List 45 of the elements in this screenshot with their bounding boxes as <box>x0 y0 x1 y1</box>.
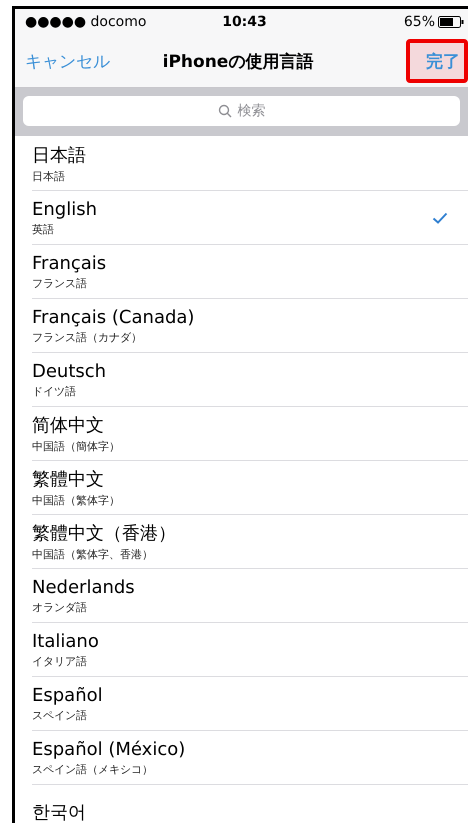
language-subtitle: フランス語 <box>32 276 88 290</box>
language-row[interactable]: Español スペイン語 <box>32 677 468 731</box>
language-subtitle: オランダ語 <box>32 600 88 614</box>
language-row[interactable]: English 英語 <box>32 191 468 245</box>
language-name: 繁體中文（香港） <box>32 522 176 545</box>
language-row[interactable]: 简体中文 中国語（簡体字） <box>32 407 468 461</box>
language-row[interactable]: 한국어 <box>32 785 468 823</box>
language-row[interactable]: Français フランス語 <box>32 245 468 299</box>
language-name: Français (Canada) <box>32 306 194 328</box>
language-name: Deutsch <box>32 360 106 382</box>
language-name: Français <box>32 252 106 274</box>
language-name: 日本語 <box>32 144 86 167</box>
language-subtitle: ドイツ語 <box>32 384 77 398</box>
language-subtitle: 中国語（簡体字） <box>32 439 120 454</box>
language-row[interactable]: Deutsch ドイツ語 <box>32 353 468 407</box>
language-row[interactable]: Español (México) スペイン語（メキシコ） <box>32 731 468 785</box>
language-subtitle: フランス語（カナダ） <box>32 330 143 344</box>
battery-percent: 65% <box>404 14 435 30</box>
language-name: Nederlands <box>32 576 135 598</box>
clock-time: 10:43 <box>222 14 267 30</box>
search-placeholder: 検索 <box>238 102 266 120</box>
language-name: 简体中文 <box>32 414 105 437</box>
language-name: 繁體中文 <box>32 468 105 491</box>
language-subtitle: 中国語（繁体字） <box>32 493 120 508</box>
language-row[interactable]: Nederlands オランダ語 <box>32 569 468 623</box>
language-subtitle: スペイン語 <box>32 708 88 722</box>
language-subtitle: 英語 <box>32 222 55 236</box>
language-row[interactable]: 繁體中文（香港） 中国語（繁体字、香港） <box>32 515 468 569</box>
search-icon <box>218 104 232 118</box>
language-subtitle: スペイン語（メキシコ） <box>32 762 154 776</box>
language-row[interactable]: 繁體中文 中国語（繁体字） <box>32 461 468 515</box>
language-row[interactable]: 日本語 日本語 <box>32 137 468 191</box>
battery-icon <box>438 16 464 28</box>
language-subtitle: 日本語 <box>32 169 66 184</box>
language-name: 한국어 <box>32 800 86 823</box>
language-subtitle: イタリア語 <box>32 654 88 668</box>
language-subtitle: 中国語（繁体字、香港） <box>32 547 154 562</box>
language-name: Español <box>32 684 103 706</box>
carrier-label: ●●●●● docomo <box>25 14 148 30</box>
language-name: English <box>32 198 97 220</box>
language-row[interactable]: Français (Canada) フランス語（カナダ） <box>32 299 468 353</box>
language-name: Español (México) <box>32 738 186 760</box>
language-row[interactable]: Italiano イタリア語 <box>32 623 468 677</box>
nav-title: iPhoneの使用言語 <box>162 50 314 72</box>
language-name: Italiano <box>32 630 99 652</box>
